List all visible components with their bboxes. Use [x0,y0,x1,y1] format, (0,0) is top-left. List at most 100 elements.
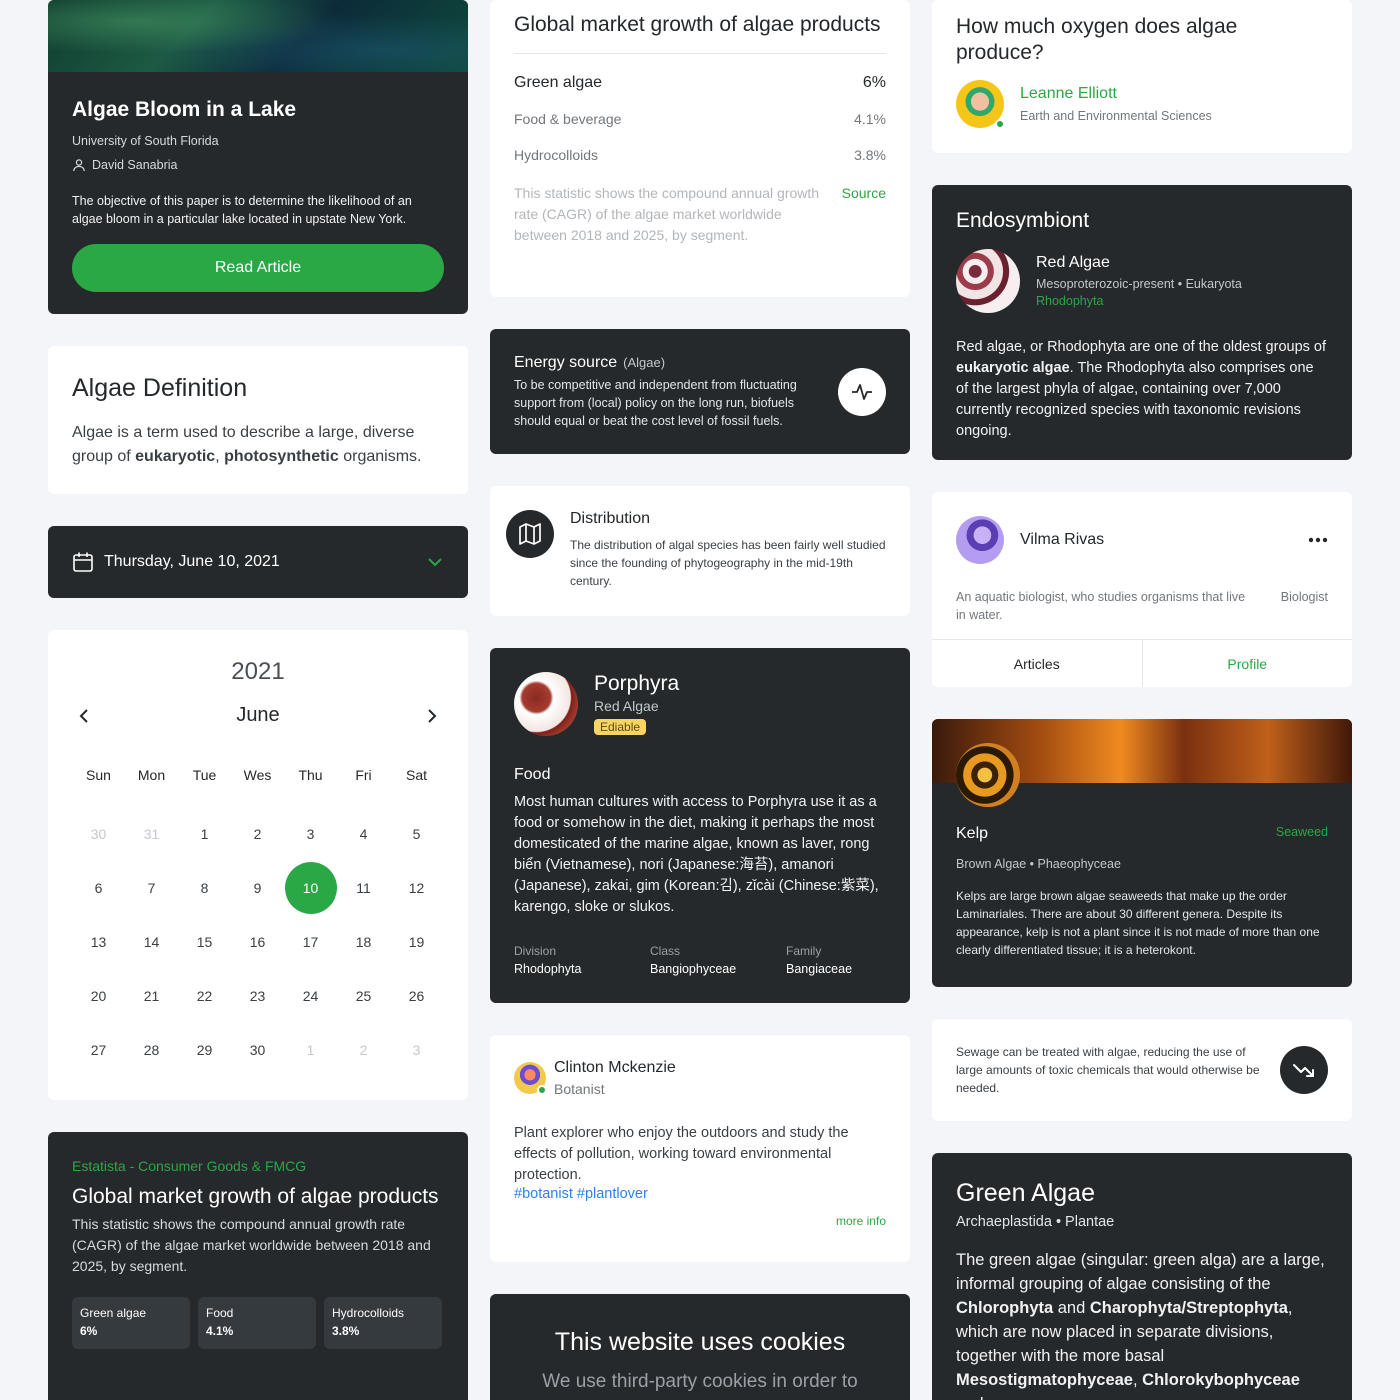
calendar-day[interactable]: 15 [178,915,231,969]
calendar-day[interactable]: 21 [125,969,178,1023]
online-indicator [995,119,1005,129]
article-title: Algae Bloom in a Lake [72,98,297,121]
avatar[interactable] [514,1062,547,1095]
article-author: David Sanabria [72,158,444,172]
calendar-day[interactable]: 5 [390,807,443,861]
calendar-day[interactable]: 28 [125,1023,178,1077]
calendar-year: 2021 [231,658,285,685]
sewage-card: Sewage can be treated with algae, reduci… [932,1019,1352,1121]
weekday-label: Mon [137,767,166,783]
author-name: David Sanabria [92,158,178,172]
profile-name: Clinton Mckenzie [554,1059,676,1076]
chevron-down-icon[interactable] [426,553,444,571]
distribution-title: Distribution [570,510,651,527]
profile-description: An aquatic biologist, who studies organi… [956,590,1246,622]
definition-card: Algae Definition Algae is a term used to… [48,346,468,494]
trend-button[interactable] [1280,1046,1328,1094]
energy-title: Energy source (Algae) [514,353,666,371]
chevron-right-icon[interactable] [424,708,440,724]
author-department: Earth and Environmental Sciences [1020,109,1212,123]
definition-title: Algae Definition [72,374,248,402]
calendar-day[interactable]: 24 [284,969,337,1023]
calendar-day[interactable]: 29 [178,1023,231,1077]
calendar-day[interactable]: 30 [72,807,125,861]
read-article-button[interactable]: Read Article [72,244,444,292]
porphyra-section-title: Food [514,766,551,783]
calendar-day[interactable]: 12 [390,861,443,915]
date-picker[interactable]: Thursday, June 10, 2021 [48,526,468,598]
more-options-icon[interactable] [1308,537,1328,543]
stat-title: Global market growth of algae products [72,1185,439,1208]
calendar-day[interactable]: 25 [337,969,390,1023]
calendar-day[interactable]: 8 [178,861,231,915]
weekday-label: Fri [355,767,372,783]
stat-description: This statistic shows the compound annual… [72,1216,431,1274]
calendar-day[interactable]: 22 [178,969,231,1023]
calendar-day[interactable]: 14 [125,915,178,969]
taxonomy-family: Family Bangiaceae [786,944,853,976]
calendar-day[interactable]: 31 [125,807,178,861]
calendar-day[interactable]: 23 [231,969,284,1023]
growth-row-main: Green algae 6% [514,74,886,91]
map-button[interactable] [506,510,554,558]
tab-profile[interactable]: Profile [1141,640,1353,687]
red-algae-image [956,249,1020,313]
calendar-day[interactable]: 16 [231,915,284,969]
activity-button[interactable] [838,367,886,416]
map-icon [519,523,541,545]
endo-phylum: Rhodophyta [1036,294,1104,308]
more-info-link[interactable]: more info [514,1214,886,1228]
calendar-day[interactable]: 1 [178,807,231,861]
calendar-day[interactable]: 27 [72,1023,125,1077]
user-icon [73,159,85,172]
calendar-day[interactable]: 19 [390,915,443,969]
avatar[interactable] [956,80,1005,129]
author-name-link[interactable]: Leanne Elliott [1020,85,1212,103]
calendar-day[interactable]: 7 [125,861,178,915]
calendar-day[interactable]: 1 [284,1023,337,1077]
calendar-day[interactable]: 2 [231,807,284,861]
kelp-title: Kelp Seaweed [956,825,1328,842]
weekday-label: Sun [86,767,111,783]
calendar-day[interactable]: 3 [284,807,337,861]
weekday-label: Tue [192,767,217,783]
calendar-icon [73,552,93,572]
calendar-day[interactable]: 13 [72,915,125,969]
profile-tags[interactable]: #botanist #plantlover [514,1186,886,1202]
calendar-day[interactable]: 11 [337,861,390,915]
growth-note: This statistic shows the compound annual… [514,185,820,243]
calendar-day[interactable]: 26 [390,969,443,1023]
calendar-day[interactable]: 6 [72,861,125,915]
kelp-card: Kelp Seaweed Brown Algae • Phaeophyceae K… [932,719,1352,987]
calendar-day[interactable]: 3 [390,1023,443,1077]
endo-title: Endosymbiont [956,209,1090,232]
cookie-title: This website uses cookies [554,1328,846,1356]
calendar-day[interactable]: 30 [231,1023,284,1077]
porphyra-card: Porphyra Red Algae Ediable Food Most hum… [490,648,910,1003]
calendar-day[interactable]: 20 [72,969,125,1023]
green-algae-card: Green Algae Archaeplastida • Plantae The… [932,1153,1352,1400]
calendar-month: June [236,704,280,726]
calendar-day[interactable]: 17 [284,915,337,969]
stat-source[interactable]: Estatista - Consumer Goods & FMCG [72,1158,444,1174]
profile-card-clinton: Clinton Mckenzie Botanist Plant explorer… [490,1035,910,1262]
endo-name: Red Algae [1036,254,1110,271]
energy-description: To be competitive and independent from f… [514,377,797,428]
article-university: University of South Florida [72,134,219,148]
tab-articles[interactable]: Articles [932,640,1142,687]
stat-pill: Hydrocolloids 3.8% [324,1297,442,1349]
profile-bio: Plant explorer who enjoy the outdoors an… [514,1125,849,1183]
article-description: The objective of this paper is to determ… [72,194,412,226]
avatar[interactable] [956,516,1004,564]
kelp-tag: Seaweed [1275,825,1328,839]
green-description: The green algae (singular: green alga) a… [956,1251,1325,1400]
calendar-day[interactable]: 18 [337,915,390,969]
calendar-day[interactable]: 9 [231,861,284,915]
calendar-day[interactable]: 2 [337,1023,390,1077]
source-link[interactable]: Source [842,183,886,246]
chevron-left-icon[interactable] [76,708,92,724]
calendar-day-selected[interactable]: 10 [284,861,337,915]
weekday-label: Thu [298,767,323,783]
calendar-day[interactable]: 4 [337,807,390,861]
article-card: Algae Bloom in a Lake University of Sout… [48,0,468,314]
